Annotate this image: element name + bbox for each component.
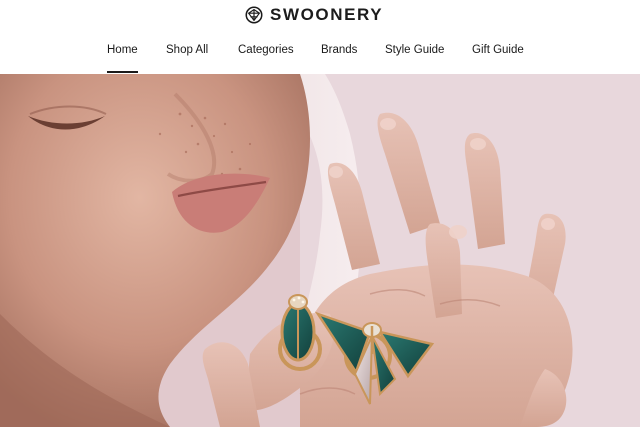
nav-item-brands[interactable]: Brands: [321, 44, 357, 56]
hero-image: [0, 74, 640, 427]
brand-logo[interactable]: SWOONERY: [245, 5, 383, 25]
nav-item-gift-guide[interactable]: Gift Guide: [472, 44, 524, 56]
site-header: SWOONERY Home Shop All Categories Brands…: [0, 0, 640, 74]
main-nav: Home Shop All Categories Brands Style Gu…: [0, 42, 640, 74]
nav-item-shop-all[interactable]: Shop All: [166, 44, 208, 56]
origami-bird-logo-icon: [245, 6, 263, 24]
hero-banner[interactable]: [0, 74, 640, 427]
nav-item-categories[interactable]: Categories: [238, 44, 294, 56]
brand-name: SWOONERY: [270, 5, 384, 24]
nav-item-style-guide[interactable]: Style Guide: [385, 44, 444, 56]
page: SWOONERY Home Shop All Categories Brands…: [0, 0, 640, 427]
nav-item-home[interactable]: Home: [107, 44, 138, 73]
